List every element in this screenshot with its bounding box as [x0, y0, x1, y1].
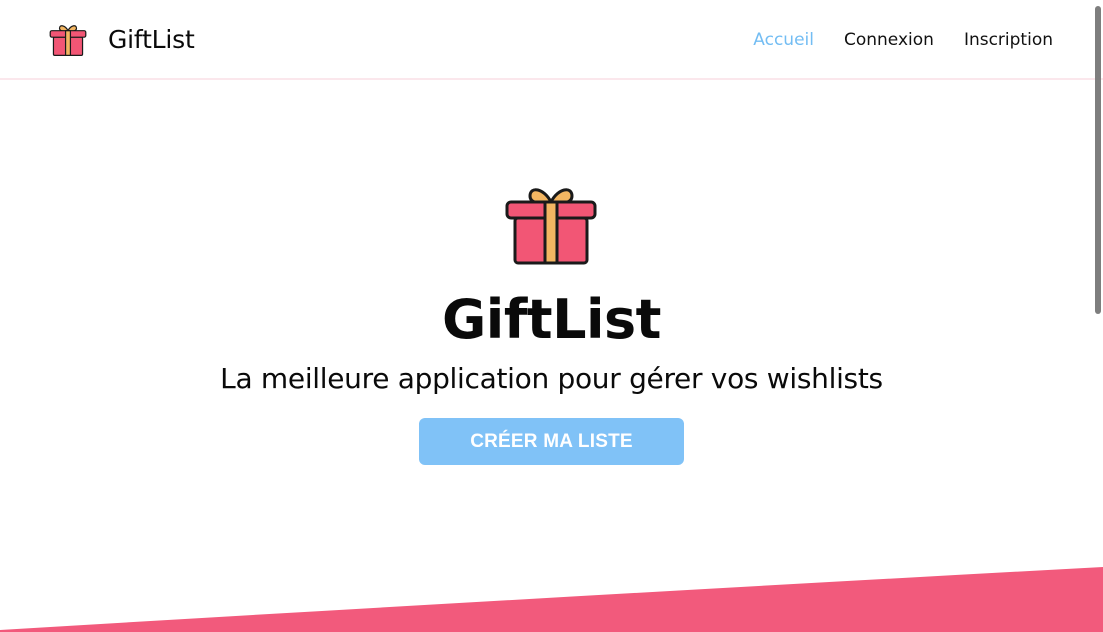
- nav-link-connexion[interactable]: Connexion: [844, 28, 934, 52]
- hero-title: GiftList: [441, 288, 662, 351]
- gift-icon: [49, 25, 87, 56]
- navbar: GiftList Accueil Connexion Inscription: [0, 0, 1103, 80]
- scrollbar-thumb[interactable]: [1095, 6, 1101, 314]
- hero-section: GiftList La meilleure application pour g…: [0, 80, 1103, 632]
- nav-link-inscription[interactable]: Inscription: [964, 28, 1053, 52]
- nav-menu: Accueil Connexion Inscription: [753, 28, 1053, 52]
- create-list-button[interactable]: CRÉER MA LISTE: [419, 418, 684, 465]
- nav-link-accueil[interactable]: Accueil: [753, 28, 814, 52]
- page: GiftList Accueil Connexion Inscription G…: [0, 0, 1103, 632]
- scrollbar[interactable]: [1095, 0, 1103, 632]
- gift-icon: [505, 188, 597, 265]
- decorative-wave: [0, 567, 1103, 632]
- brand-link[interactable]: GiftList: [49, 22, 195, 58]
- hero-subtitle: La meilleure application pour gérer vos …: [220, 362, 883, 395]
- brand-name: GiftList: [108, 25, 195, 54]
